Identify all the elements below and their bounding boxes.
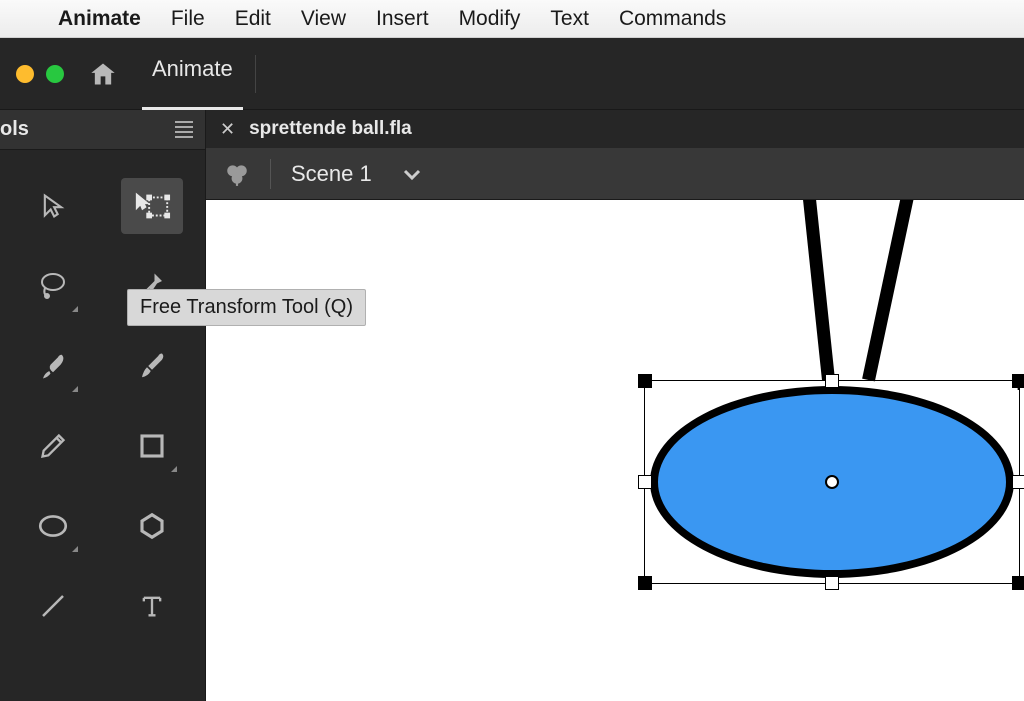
- scene-label[interactable]: Scene 1: [291, 161, 372, 187]
- shape-line: [801, 200, 835, 381]
- tooltip-text: Free Transform Tool (Q): [140, 296, 353, 318]
- scene-clover-icon[interactable]: [224, 161, 250, 187]
- selection-tool[interactable]: [22, 178, 84, 234]
- tools-grid: [0, 150, 205, 662]
- tools-panel: ols: [0, 110, 206, 701]
- paintbrush-tool[interactable]: [121, 338, 183, 394]
- panel-menu-icon[interactable]: [171, 117, 197, 142]
- scene-dropdown-icon[interactable]: [402, 161, 422, 187]
- app-header: Animate: [0, 38, 1024, 110]
- free-transform-tool[interactable]: [121, 178, 183, 234]
- shape-line: [862, 200, 916, 381]
- workspace-label: Animate: [152, 56, 233, 82]
- selected-object[interactable]: [644, 380, 1020, 584]
- polystar-tool[interactable]: [121, 498, 183, 554]
- editor-area: ✕ sprettende ball.fla Scene 1: [206, 110, 1024, 701]
- rectangle-tool[interactable]: [121, 418, 183, 474]
- transform-handle-sw[interactable]: [638, 576, 652, 590]
- transform-handle-w[interactable]: [638, 475, 652, 489]
- transform-handle-s[interactable]: [825, 576, 839, 590]
- menu-text[interactable]: Text: [550, 7, 589, 31]
- document-filename[interactable]: sprettende ball.fla: [249, 118, 412, 140]
- text-tool[interactable]: [121, 578, 183, 634]
- menu-file[interactable]: File: [171, 7, 205, 31]
- canvas[interactable]: +: [206, 200, 1024, 701]
- transform-handle-e[interactable]: [1012, 475, 1024, 489]
- line-tool[interactable]: [22, 578, 84, 634]
- tools-panel-header: ols: [0, 110, 205, 150]
- transform-handle-se[interactable]: [1012, 576, 1024, 590]
- tools-panel-title: ols: [0, 118, 29, 141]
- transform-center-point[interactable]: [825, 475, 839, 489]
- close-tab-icon[interactable]: ✕: [220, 119, 235, 140]
- menu-app[interactable]: Animate: [58, 7, 141, 31]
- scene-bar: Scene 1: [206, 148, 1024, 200]
- divider: [255, 55, 256, 93]
- cursor-crosshair-icon: +: [1012, 372, 1024, 398]
- transform-bounding-box[interactable]: [644, 380, 1020, 584]
- tooltip: Free Transform Tool (Q): [127, 289, 366, 326]
- window-maximize-button[interactable]: [46, 65, 64, 83]
- transform-handle-n[interactable]: [825, 374, 839, 388]
- menu-edit[interactable]: Edit: [235, 7, 271, 31]
- pencil-tool[interactable]: [22, 418, 84, 474]
- macos-menubar: Animate File Edit View Insert Modify Tex…: [0, 0, 1024, 38]
- brush-tool[interactable]: [22, 338, 84, 394]
- menu-modify[interactable]: Modify: [459, 7, 521, 31]
- menu-commands[interactable]: Commands: [619, 7, 726, 31]
- menu-view[interactable]: View: [301, 7, 346, 31]
- window-minimize-button[interactable]: [16, 65, 34, 83]
- menu-insert[interactable]: Insert: [376, 7, 429, 31]
- document-tabs: ✕ sprettende ball.fla: [206, 110, 1024, 148]
- home-button[interactable]: [88, 60, 118, 88]
- window-controls: [16, 65, 64, 83]
- transform-handle-nw[interactable]: [638, 374, 652, 388]
- divider: [270, 159, 271, 189]
- workspace-tab[interactable]: Animate: [142, 38, 243, 110]
- lasso-tool[interactable]: [22, 258, 84, 314]
- oval-tool[interactable]: [22, 498, 84, 554]
